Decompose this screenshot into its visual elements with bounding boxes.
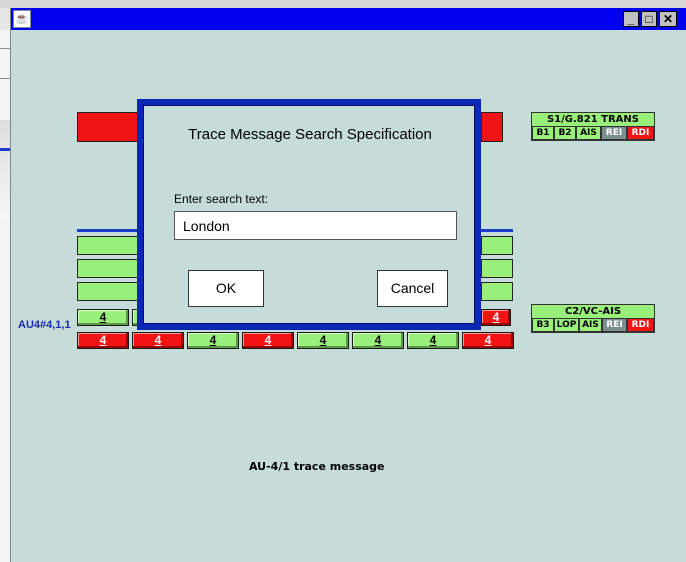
au4-cell[interactable]: 4 (242, 332, 294, 349)
panel-title: S1/G.821 TRANS (546, 114, 639, 125)
ais-indicator[interactable]: AIS (576, 126, 601, 140)
cancel-button[interactable]: Cancel (377, 270, 448, 307)
b1-indicator[interactable]: B1 (532, 126, 554, 140)
s1-alarm-panel: S1/G.821 TRANS B1 B2 AIS REI RDI (531, 112, 655, 141)
section-rule (77, 229, 139, 232)
status-bar[interactable] (77, 236, 139, 255)
status-bar[interactable] (481, 259, 513, 278)
dialog-body: Trace Message Search Specification Enter… (143, 105, 475, 324)
au4-cell[interactable]: 4 (462, 332, 514, 349)
search-prompt-label: Enter search text: (174, 192, 269, 206)
au4-cell[interactable]: 4 (77, 332, 129, 349)
au4-cell[interactable]: 4 (407, 332, 459, 349)
rdi-indicator[interactable]: RDI (627, 126, 654, 140)
maximize-button[interactable]: □ (641, 11, 657, 27)
ais-indicator[interactable]: AIS (579, 318, 602, 332)
rdi-indicator[interactable]: RDI (627, 318, 654, 332)
au4-cell[interactable]: 4 (297, 332, 349, 349)
au4-cell[interactable]: 4 (187, 332, 239, 349)
alarm-bar-right[interactable] (481, 112, 503, 142)
alarm-bar-left[interactable] (77, 112, 139, 142)
au4-cell[interactable]: 4 (352, 332, 404, 349)
row-label: AU4#4,1,1 (18, 319, 71, 331)
rei-indicator[interactable]: REI (601, 126, 627, 140)
minimize-button[interactable]: _ (623, 11, 639, 27)
search-input[interactable] (174, 211, 457, 240)
rei-indicator[interactable]: REI (602, 318, 627, 332)
close-button[interactable]: ✕ (659, 11, 677, 27)
lop-indicator[interactable]: LOP (554, 318, 579, 332)
trace-caption: AU-4/1 trace message (249, 460, 385, 473)
main-window: ☕ _ □ ✕ S1/G.821 TRANS B1 B2 AIS REI RDI… (10, 8, 686, 562)
ok-button[interactable]: OK (188, 270, 264, 307)
c2-alarm-panel: C2/VC-AIS B3 LOP AIS REI RDI (531, 304, 655, 333)
au4-cell[interactable]: 4 (77, 309, 129, 326)
status-bar[interactable] (481, 236, 513, 255)
title-bar[interactable]: ☕ _ □ ✕ (11, 8, 686, 30)
status-bar[interactable] (481, 282, 513, 301)
background-top-strip (0, 0, 686, 8)
b3-indicator[interactable]: B3 (532, 318, 554, 332)
section-rule (481, 229, 513, 232)
status-bar[interactable] (77, 282, 139, 301)
au4-cell[interactable]: 4 (132, 332, 184, 349)
panel-title: C2/VC-AIS (564, 306, 622, 317)
au4-row-2: 4 4 4 4 4 4 4 4 (77, 332, 517, 349)
status-bar[interactable] (77, 259, 139, 278)
java-cup-icon[interactable]: ☕ (13, 10, 31, 28)
b2-indicator[interactable]: B2 (554, 126, 576, 140)
search-dialog: Trace Message Search Specification Enter… (137, 99, 481, 330)
au4-cell[interactable]: 4 (481, 309, 511, 326)
dialog-title: Trace Message Search Specification (188, 126, 432, 143)
